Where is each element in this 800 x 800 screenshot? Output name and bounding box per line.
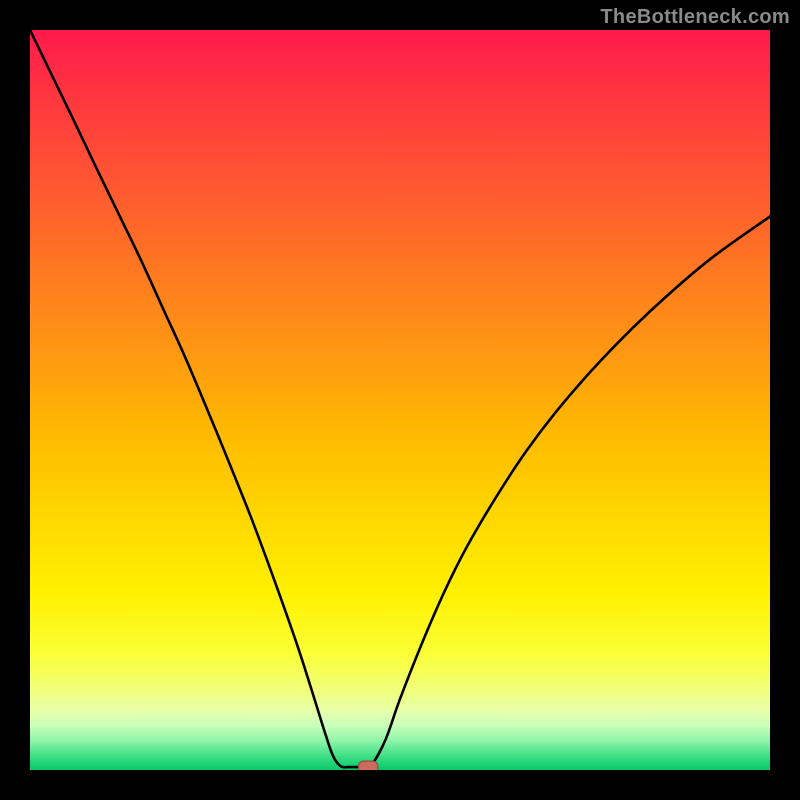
watermark-text: TheBottleneck.com (600, 6, 790, 29)
bottleneck-curve (30, 30, 770, 769)
chart-plot-area (30, 30, 770, 770)
chart-frame: TheBottleneck.com (0, 0, 800, 800)
chart-svg (30, 30, 770, 770)
optimum-marker (359, 761, 378, 770)
